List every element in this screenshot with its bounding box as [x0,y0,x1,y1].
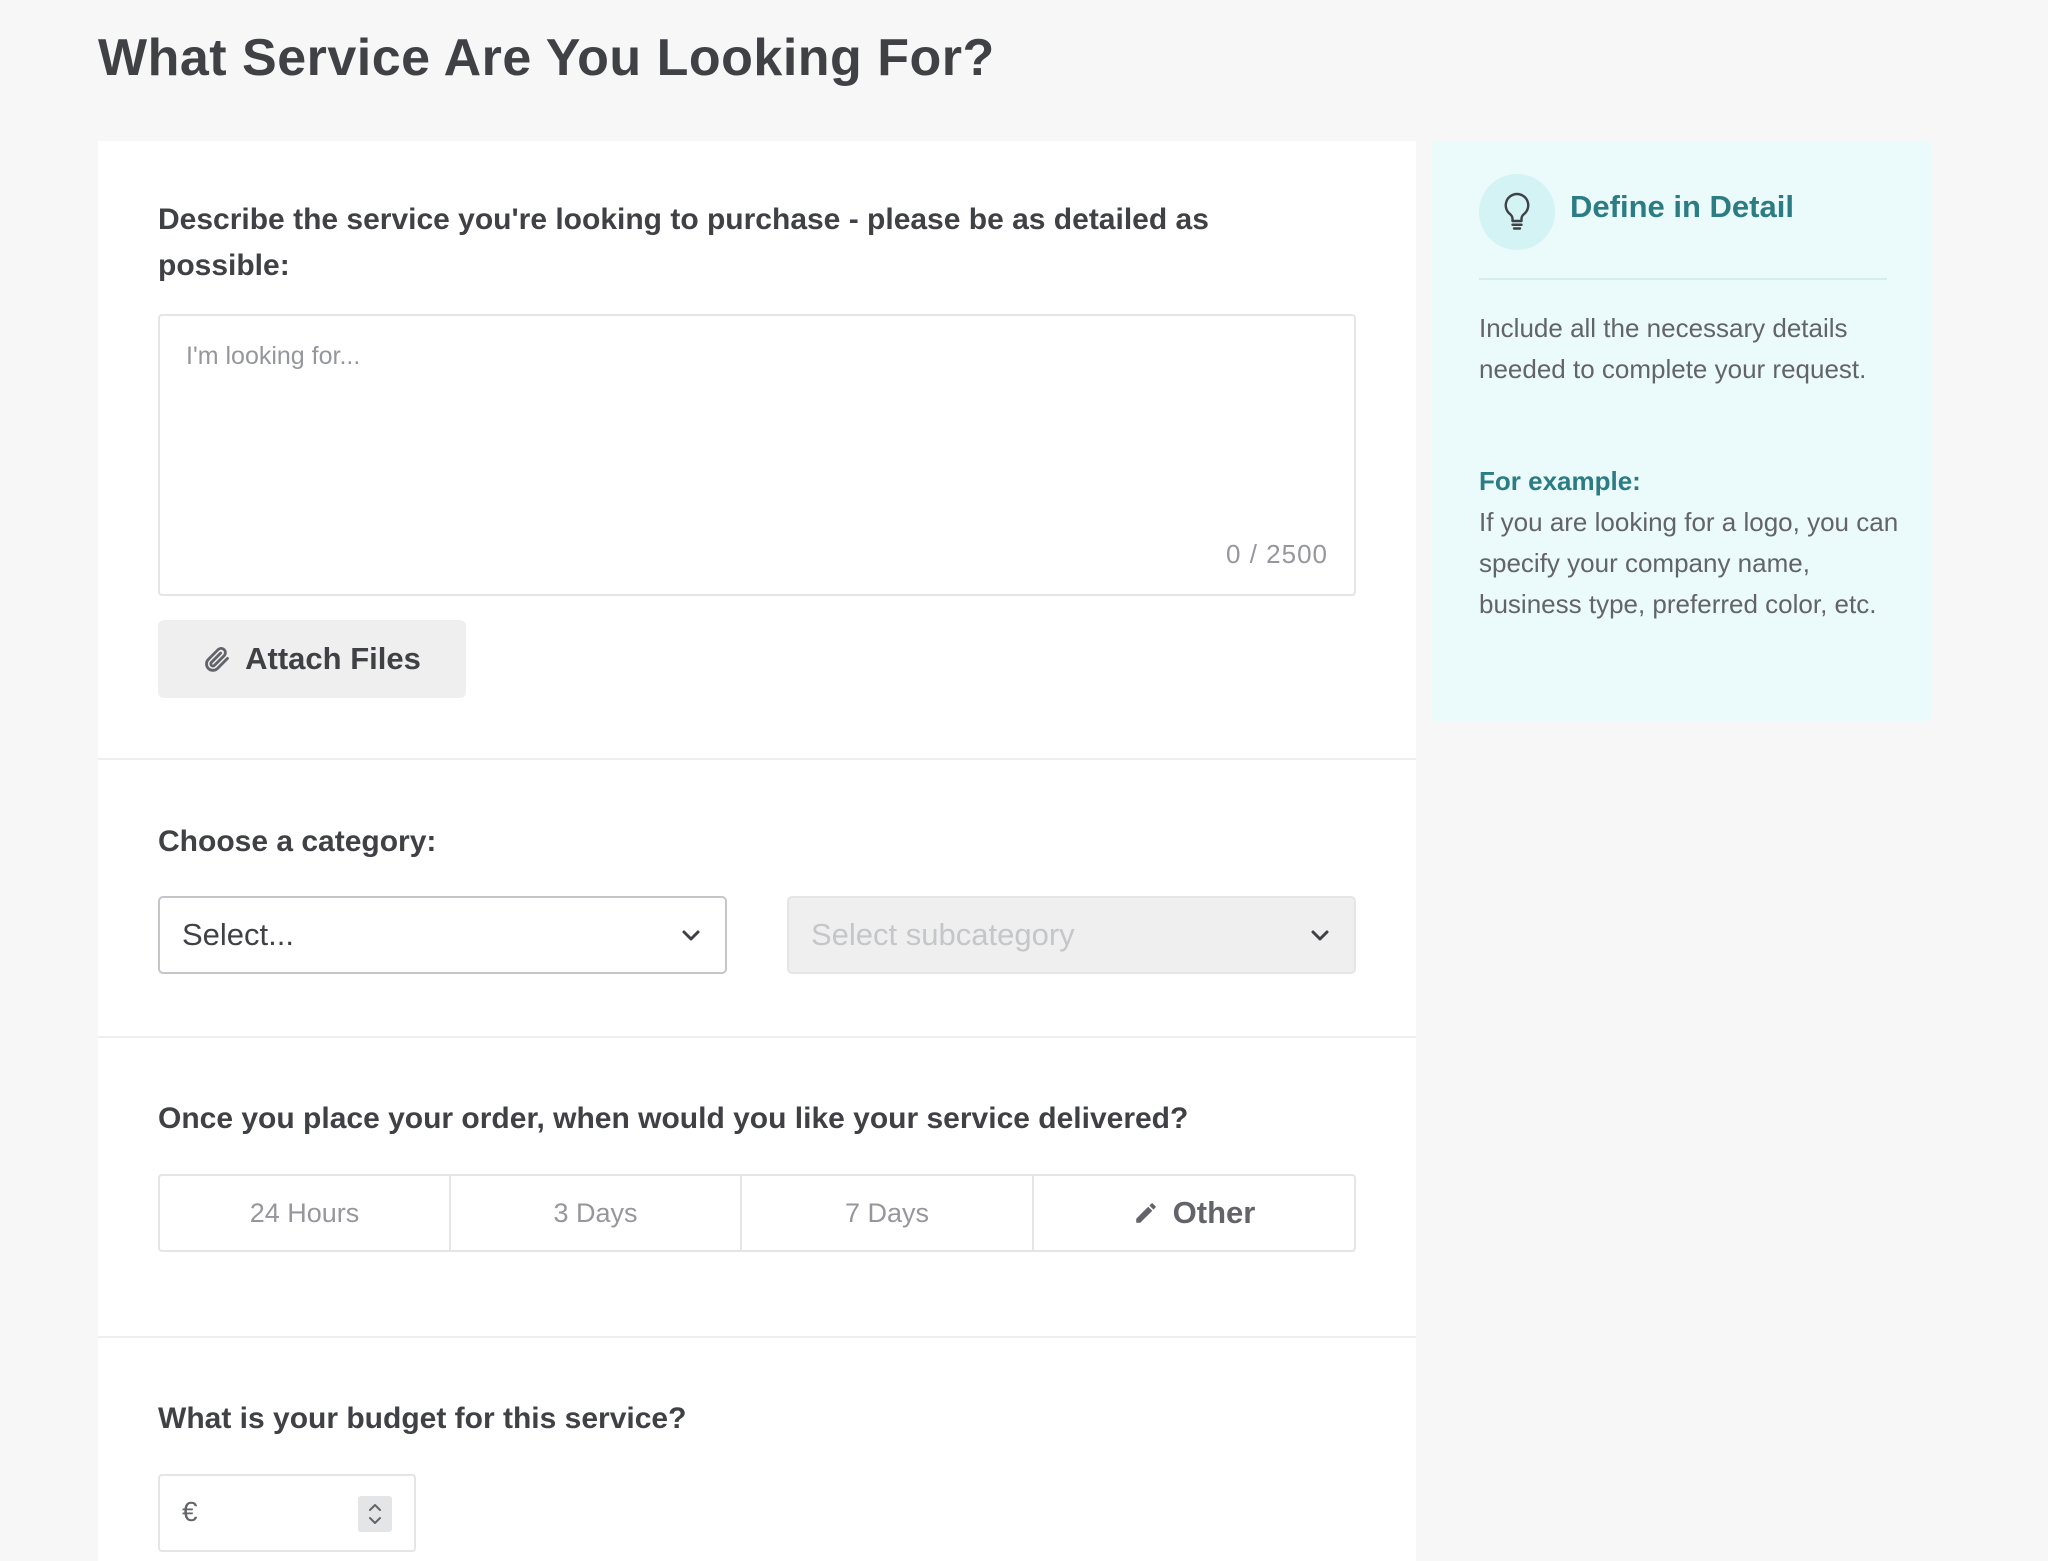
subcategory-select[interactable]: Select subcategory [787,896,1356,974]
lightbulb-icon [1504,192,1530,230]
character-counter: 0 / 2500 [1226,539,1328,569]
delivery-label: Once you place your order, when would yo… [158,1102,1189,1135]
chevron-down-icon [1311,930,1329,941]
tip-divider [1479,278,1887,280]
delivery-option-other[interactable]: Other [1034,1176,1354,1250]
description-placeholder: I'm looking for... [186,342,361,370]
category-select-value: Select... [182,917,294,952]
tip-example-body: If you are looking for a logo, you can s… [1479,507,1899,619]
chevron-down-icon [682,930,700,941]
delivery-options: 24 Hours 3 Days 7 Days Other [158,1174,1356,1252]
category-select[interactable]: Select... [158,896,727,974]
tip-title: Define in Detail [1570,189,1794,224]
attach-files-label: Attach Files [245,641,421,676]
pencil-icon [1135,1203,1156,1223]
page-title: What Service Are You Looking For? [98,29,995,87]
section-divider [98,1336,1416,1338]
description-label: Describe the service you're looking to p… [158,203,1209,282]
budget-label: What is your budget for this service? [158,1402,687,1435]
currency-symbol: € [182,1496,198,1527]
tip-example-label: For example: [1479,466,1641,496]
delivery-option-other-label: Other [1172,1195,1256,1230]
description-textarea[interactable]: I'm looking for... 0 / 2500 [158,314,1356,596]
category-label: Choose a category: [158,825,437,858]
tip-body: Include all the necessary details needed… [1479,313,1867,384]
delivery-option-3-days[interactable]: 3 Days [451,1176,742,1250]
tip-panel: Define in Detail Include all the necessa… [1432,141,1932,721]
attach-files-button[interactable]: Attach Files [158,620,466,698]
section-divider [98,1036,1416,1038]
up-down-arrows-icon [369,1504,381,1524]
delivery-option-7-days[interactable]: 7 Days [742,1176,1034,1250]
subcategory-select-value: Select subcategory [811,917,1075,952]
tip-bulb-badge [1479,174,1555,250]
delivery-option-24-hours[interactable]: 24 Hours [160,1176,451,1250]
request-form-card: Describe the service you're looking to p… [98,141,1416,1561]
budget-input[interactable]: € [158,1474,416,1552]
budget-stepper[interactable] [358,1496,392,1532]
paperclip-icon [205,646,230,672]
section-divider [98,758,1416,760]
